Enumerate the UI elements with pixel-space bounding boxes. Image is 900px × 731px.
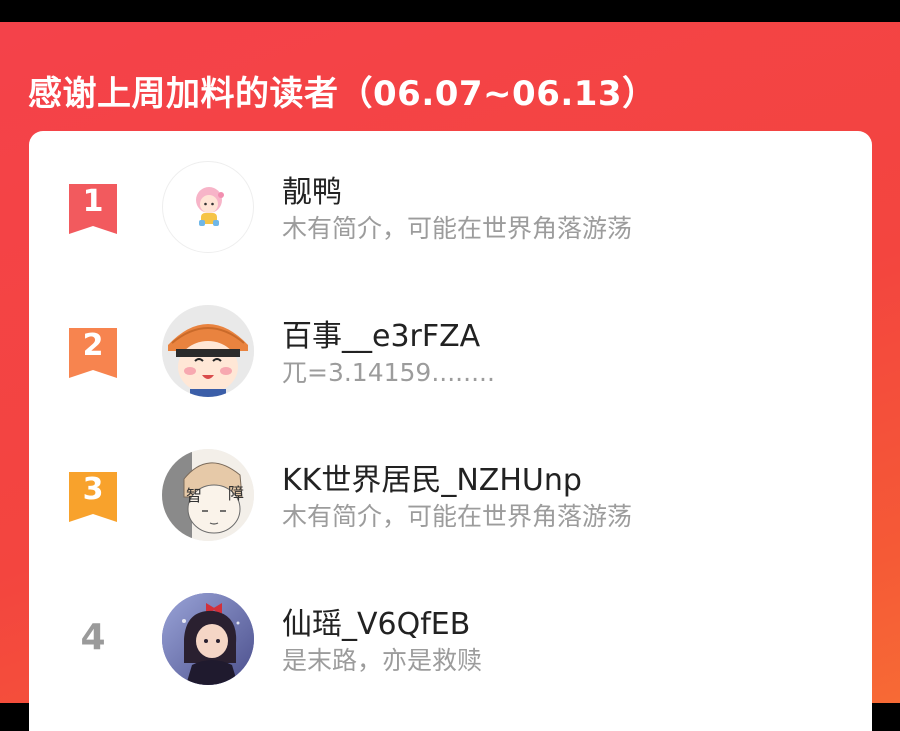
avatar[interactable] [162,305,254,397]
rank-badge-2: 2 [69,328,117,378]
reader-row-2[interactable]: 2 百事__e3rFZA 兀=3.14159........ [29,305,872,435]
reader-row-3[interactable]: 3 智 障 KK世界居民_NZHUnp 木有简介，可能在世界角落游荡 [29,449,872,579]
reader-name[interactable]: 靓鸭 [282,167,342,211]
maruko-avatar-icon [162,305,254,397]
sketch-boy-avatar-icon: 智 障 [162,449,254,541]
avatar-text-right: 障 [228,484,244,503]
page-title: 感谢上周加料的读者（06.07~06.13） [28,74,657,114]
anime-girl-avatar-icon [162,593,254,685]
ribbon-icon: 3 [69,472,117,522]
ribbon-icon: 1 [69,184,117,234]
reader-bio: 木有简介，可能在世界角落游荡 [282,502,633,531]
reader-name[interactable]: KK世界居民_NZHUnp [282,455,582,499]
avatar[interactable] [162,161,254,253]
screen: 感谢上周加料的读者（06.07~06.13） 1 靓鸭 木有简介，可能在世界角落… [0,0,900,731]
reader-row-1[interactable]: 1 靓鸭 木有简介，可能在世界角落游荡 [29,161,872,291]
cartoon-girl-avatar-icon [196,187,224,226]
rank-number-3: 3 [83,472,104,507]
rank-badge-1: 1 [69,184,117,234]
reader-bio: 兀=3.14159........ [282,358,495,387]
reader-bio: 是末路，亦是救赎 [282,646,483,675]
ribbon-icon: 2 [69,328,117,378]
avatar[interactable]: 智 障 [162,449,254,541]
reader-bio: 木有简介，可能在世界角落游荡 [282,214,633,243]
avatar[interactable] [162,593,254,685]
rank-number-2: 2 [83,328,104,363]
reader-name[interactable]: 百事__e3rFZA [282,311,480,355]
reader-list-card: 1 靓鸭 木有简介，可能在世界角落游荡 2 百事__e3rFZA 兀=3.141… [29,131,872,731]
avatar-text-left: 智 [186,486,202,505]
reader-name[interactable]: 仙瑶_V6QfEB [282,599,470,643]
rank-number-4: 4 [80,617,106,658]
reader-row-4[interactable]: 4 仙瑶_V6QfEB 是末路，亦是救赎 [29,593,872,723]
rank-badge-3: 3 [69,472,117,522]
rank-number-1: 1 [83,184,104,219]
